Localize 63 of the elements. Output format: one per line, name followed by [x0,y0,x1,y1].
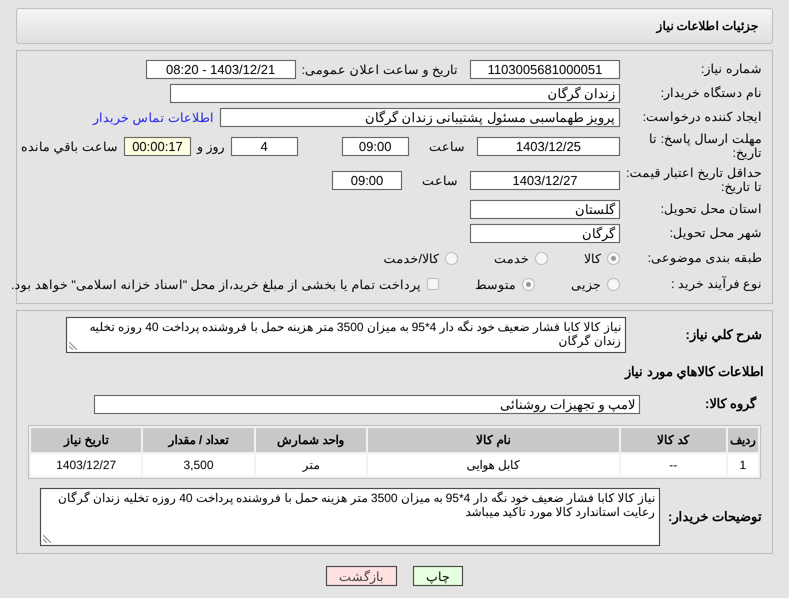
field-label: شماره نیاز: [700,62,763,76]
table-cell: -- [620,454,726,476]
field-label: طبقه بندی موضوعی: [646,250,763,266]
radio-label: متوسط [475,276,516,292]
need-number-field[interactable]: 1103005681000051 [470,60,620,78]
table-cell: 3,500 [143,454,254,476]
field-label: گروه کالا: [704,396,758,412]
days-field[interactable]: 4 [230,136,298,156]
column-header: تاریخ نیاز [31,428,142,452]
radio-label: کالا [584,250,601,266]
time-field[interactable]: 09:00 [342,136,409,156]
column-header: نام کالا [368,428,619,452]
column-header: ردیف [728,428,758,452]
column-header: کد کالا [620,428,726,452]
page-header: جزئیات اطلاعات نیاز [16,8,773,44]
column-header: واحد شمارش [256,428,366,452]
field-label: استان محل تحویل: [660,202,763,216]
table-cell: 1403/12/27 [31,454,142,476]
resize-grip-icon[interactable] [69,341,78,350]
field-label: نوع فرآیند خرید : [670,276,763,292]
column-header: تعداد / مقدار [143,428,254,452]
buyer-org-field[interactable]: زندان گرگان [170,84,620,102]
province-field[interactable]: گلستان [470,200,620,218]
resize-grip-icon[interactable] [43,534,52,543]
radio-button[interactable] [445,252,458,264]
radio-button[interactable] [522,278,535,290]
print-button[interactable]: چاپ [413,566,463,586]
field-label: شرح کلي نياز: [684,328,763,342]
goods-group-field[interactable]: لامپ و تجهیزات روشنائی [94,394,640,414]
field-label: ساعت باقي مانده [20,138,118,154]
date-field[interactable]: 1403/12/27 [470,170,620,190]
field-label: روز و [197,138,225,154]
date-field[interactable]: 1403/12/25 [476,136,620,156]
announce-date-field[interactable]: 1403/12/21 - 08:20 [146,60,296,78]
field-label: تاریخ و ساعت اعلان عمومی: [302,62,458,76]
radio-button[interactable] [535,252,548,264]
checkbox[interactable] [427,278,439,290]
radio-label: خدمت [494,250,529,266]
field-label: حداقل تاریخ اعتبار قیمت: تا تاریخ: [626,166,763,194]
field-label: ساعت [428,138,465,154]
field-label: توضیحات خریدار: [667,510,763,524]
field-label: ساعت [422,172,458,188]
radio-label: کالا/خدمت [384,250,439,266]
time-field[interactable]: 09:00 [332,170,402,190]
section-title: اطلاعات کالاهاي مورد نياز [625,364,765,378]
city-field[interactable]: گرگان [470,224,620,242]
field-label: شهر محل تحویل: [668,226,763,240]
back-button[interactable]: بازگشت [326,566,397,586]
radio-label: جزیی [571,276,601,292]
remaining-time-field[interactable]: 00:00:17 [124,136,192,156]
field-label: مهلت ارسال پاسخ: تا تاریخ: [648,132,763,160]
field-label: نام دستگاه خریدار: [660,86,763,100]
field-label: ایجاد کننده درخواست: [642,110,763,124]
radio-button[interactable] [607,252,620,264]
summary-text-area[interactable]: نیاز کالا کابا فشار ضعیف خود نگه دار 4*95 به میزان 3500 متر هزینه حمل با فروشنده پرداخت 40 روزه تخلیه زندان گرگان [66,317,626,353]
creator-field[interactable]: پرویز طهماسبی مسئول پشتیبانی زندان گرگان [220,108,620,126]
checkbox-label: پرداخت تمام یا بخشی از مبلغ خرید،از محل "اسناد خزانه اسلامی" خواهد بود. [10,276,421,292]
table-cell: کابل هوایی [368,454,619,476]
table-cell: متر [256,454,366,476]
contact-link[interactable]: اطلاعات تماس خریدار [93,110,214,124]
radio-button[interactable] [607,278,620,290]
buyer-notes-text-area[interactable]: نیاز کالا کابا فشار ضعیف خود نگه دار 4*95 به میزان 3500 متر هزینه حمل با فروشنده پرداخت 40 روزه تخلیه زندان گرگان رعایت استاندارد کالا مورد تاکید میباشد [40,488,660,546]
table-cell: 1 [728,454,758,476]
